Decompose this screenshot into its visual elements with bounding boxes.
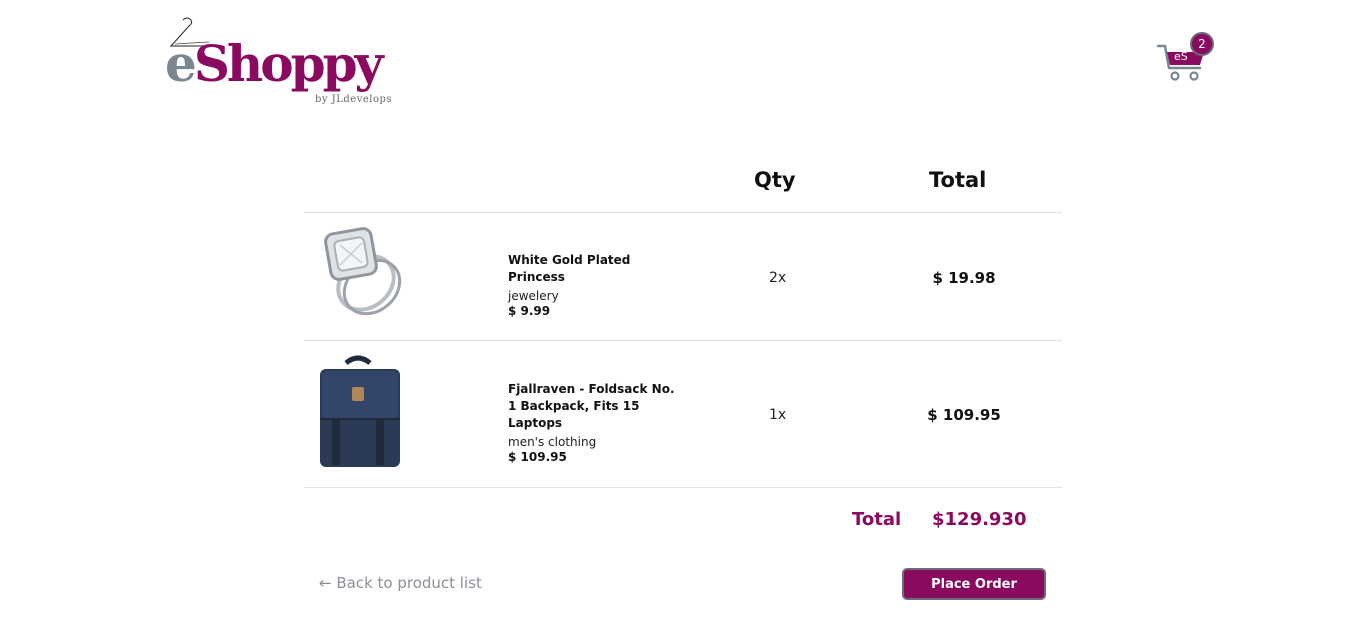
product-qty: 2x	[769, 270, 787, 286]
order-table: Qty Total White Gold Plated Princess jew…	[304, 160, 1062, 488]
product-name: White Gold Plated Princess	[508, 253, 631, 284]
logo-shoppy: Shoppy	[193, 34, 384, 93]
line-total: $ 109.95	[927, 406, 1001, 424]
ring-image	[324, 227, 402, 316]
product-info: White Gold Plated Princess jewelery $ 9.…	[508, 252, 678, 319]
back-to-products-link[interactable]: ← Back to product list	[319, 574, 482, 592]
cart-button[interactable]: eS 2	[1156, 32, 1216, 84]
column-header-qty: Qty	[754, 168, 796, 192]
logo-e: e	[165, 34, 197, 93]
product-price: $ 9.99	[508, 304, 551, 318]
order-total: Total $129.930	[850, 506, 1030, 536]
table-row: White Gold Plated Princess jewelery $ 9.…	[304, 213, 1062, 341]
logo-wordmark: eShoppy	[165, 34, 384, 93]
line-total: $ 19.98	[932, 269, 996, 287]
product-qty: 1x	[769, 407, 787, 423]
table-row: Fjallraven - Foldsack No. 1 Backpack, Fi…	[304, 341, 1062, 488]
product-price: $ 109.95	[508, 450, 567, 464]
product-info: Fjallraven - Foldsack No. 1 Backpack, Fi…	[508, 381, 678, 465]
product-category: men's clothing	[508, 435, 597, 449]
column-header-total: Total	[929, 168, 987, 192]
cart-initials: eS	[1174, 50, 1188, 63]
table-header: Qty Total	[304, 160, 1062, 213]
place-order-button[interactable]: Place Order	[902, 568, 1046, 600]
cart-count-badge: 2	[1190, 32, 1214, 56]
backpack-image	[320, 355, 400, 467]
order-total-label: Total	[852, 509, 902, 530]
product-category: jewelery	[508, 289, 559, 303]
logo-byline: by JLdevelops	[315, 94, 393, 105]
product-name: Fjallraven - Foldsack No. 1 Backpack, Fi…	[508, 382, 675, 430]
eshoppy-logo[interactable]: eShoppy by JLdevelops	[165, 16, 405, 112]
order-total-value: $129.930	[932, 509, 1027, 530]
